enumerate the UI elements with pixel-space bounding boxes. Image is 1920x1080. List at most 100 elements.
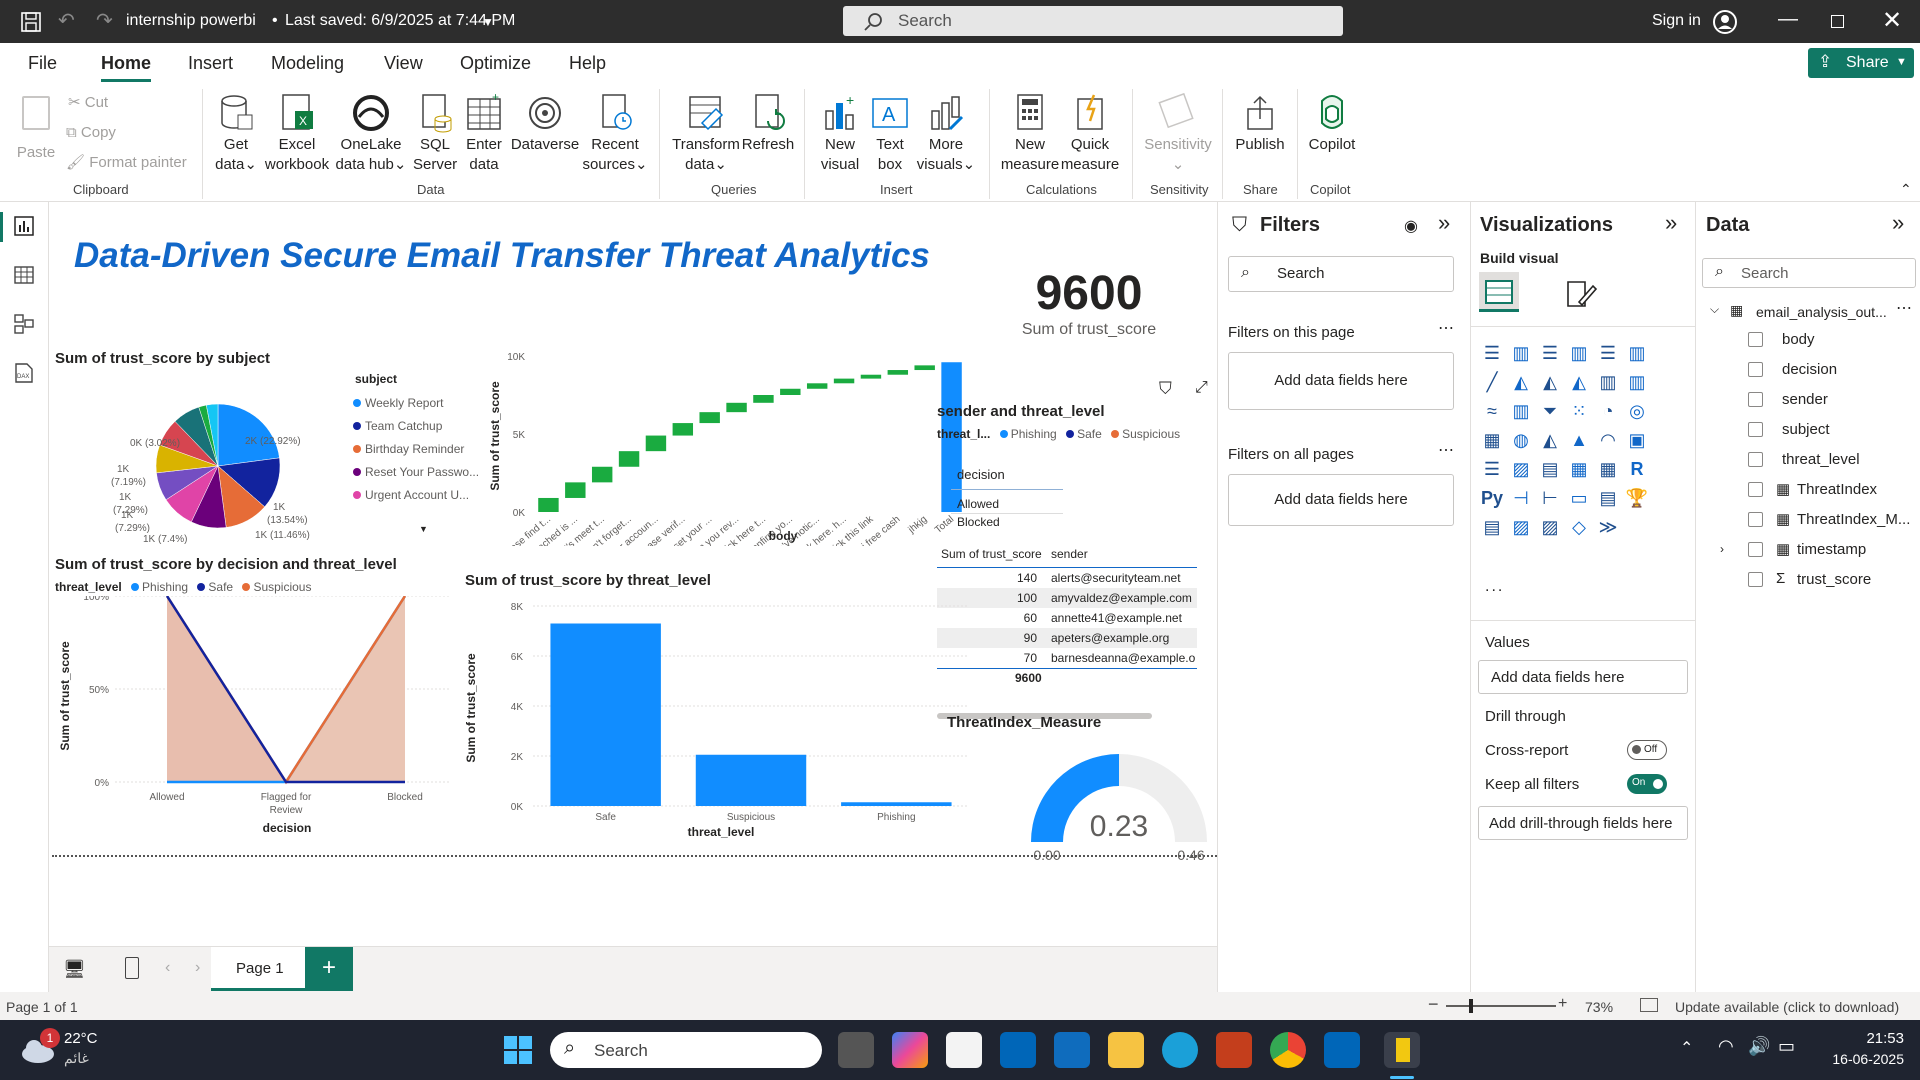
format-painter-button[interactable]: 🖌 Format painter (66, 153, 187, 173)
data-search-input[interactable]: ⌕ Search (1702, 258, 1916, 288)
gauge-icon[interactable]: ◠ (1595, 427, 1621, 453)
100-bar-icon[interactable]: ☰ (1595, 340, 1621, 366)
recent-sources-button[interactable]: Recent sources⌄ (580, 93, 650, 175)
excel-workbook-button[interactable]: X Excel workbook (262, 93, 332, 175)
publish-button[interactable]: Publish (1232, 93, 1288, 155)
redo-icon[interactable]: ↷ (96, 8, 113, 33)
more-options-icon[interactable]: ⋯ (1438, 440, 1454, 460)
stacked-bar-icon[interactable]: ☰ (1479, 340, 1505, 366)
maximize-icon[interactable] (1831, 15, 1844, 28)
waterfall-bar[interactable] (618, 451, 640, 467)
build-visual-tab[interactable] (1479, 272, 1519, 312)
scatter-icon[interactable]: ⁙ (1566, 398, 1592, 424)
legend-more-icon[interactable]: ▼ (419, 524, 428, 534)
100-area-icon[interactable]: ◭ (1566, 369, 1592, 395)
save-icon[interactable] (20, 11, 42, 33)
windows-start-icon[interactable] (500, 1032, 536, 1068)
sql-server-button[interactable]: SQL Server (413, 93, 457, 175)
bar[interactable] (841, 802, 952, 806)
copy-button[interactable]: ⧉ Copy (66, 123, 116, 143)
focus-mode-icon[interactable]: ⤢ (1195, 379, 1208, 397)
waterfall-bar[interactable] (806, 383, 828, 389)
clock-time[interactable]: 21:53 (1844, 1030, 1904, 1047)
chrome-icon[interactable] (1270, 1032, 1306, 1068)
filter-search-input[interactable]: ⌕ Search (1228, 256, 1454, 292)
vscode-icon[interactable] (1000, 1032, 1036, 1068)
battery-icon[interactable]: ▭ (1778, 1036, 1795, 1057)
r-visual-icon[interactable]: R (1624, 456, 1650, 482)
pie-legend-item[interactable]: Team Catchup (353, 415, 479, 438)
page-filter-drop-zone[interactable]: Add data fields here (1228, 352, 1454, 410)
powerpoint-icon[interactable] (1216, 1032, 1252, 1068)
bar-visual[interactable]: Sum of trust_score by threat_level 0K 2K 4… (463, 568, 983, 858)
account-icon[interactable] (1712, 9, 1738, 35)
azure-map-icon[interactable]: ▲ (1566, 427, 1592, 453)
wifi-icon[interactable]: ◠ (1718, 1036, 1734, 1057)
chevron-right-icon[interactable]: › (1720, 542, 1724, 556)
zoom-slider[interactable] (1446, 1005, 1556, 1007)
field-sender[interactable]: sender (1696, 388, 1920, 414)
next-page-icon[interactable]: › (195, 959, 200, 977)
multi-row-card-icon[interactable]: ☰ (1479, 456, 1505, 482)
copilot-app-icon[interactable] (892, 1032, 928, 1068)
waterfall-bar[interactable] (672, 423, 694, 436)
cross-report-toggle[interactable]: Off (1627, 740, 1667, 760)
volume-icon[interactable]: 🔊 (1748, 1036, 1770, 1057)
all-pages-filter-drop-zone[interactable]: Add data fields here (1228, 474, 1454, 526)
text-box-button[interactable]: A Text box (866, 93, 914, 175)
close-icon[interactable]: ✕ (1882, 6, 1902, 35)
table-view-icon[interactable] (14, 265, 34, 285)
decomposition-tree-icon[interactable]: ⊢ (1537, 485, 1563, 511)
menu-modeling[interactable]: Modeling (271, 53, 344, 74)
weather-widget[interactable]: 1 (18, 1028, 62, 1064)
new-measure-button[interactable]: New measure (998, 93, 1062, 175)
format-visual-icon[interactable] (1565, 278, 1599, 310)
edge-icon[interactable] (1162, 1032, 1198, 1068)
cut-button[interactable]: ✂ Cut (68, 93, 108, 113)
more-visuals-button[interactable]: More visuals⌄ (916, 93, 976, 175)
enter-data-button[interactable]: + Enter data (462, 90, 506, 175)
taskbar-search[interactable]: ⌕ Search (550, 1032, 822, 1068)
clock-date[interactable]: 16-06-2025 (1818, 1051, 1904, 1067)
area-fill-suspicious[interactable] (167, 596, 405, 782)
menu-view[interactable]: View (384, 53, 423, 74)
field-threatindex[interactable]: ▦ ThreatIndex (1696, 478, 1920, 504)
eye-icon[interactable]: ◉ (1404, 216, 1418, 236)
store-icon[interactable] (946, 1032, 982, 1068)
task-view-icon[interactable] (838, 1032, 874, 1068)
power-automate-icon[interactable]: ▨ (1537, 514, 1563, 540)
pie-legend-item[interactable]: Urgent Account U... (353, 484, 479, 507)
bar[interactable] (550, 623, 661, 807)
menu-optimize[interactable]: Optimize (460, 53, 531, 74)
slicer-icon[interactable]: ▤ (1537, 456, 1563, 482)
undo-icon[interactable]: ↶ (58, 8, 75, 33)
qa-icon[interactable]: ▭ (1566, 485, 1592, 511)
more-visual-icon[interactable] (1624, 514, 1650, 540)
chevron-down-icon[interactable]: ▼ (482, 15, 494, 29)
refresh-button[interactable]: Refresh (740, 93, 796, 155)
menu-insert[interactable]: Insert (188, 53, 233, 74)
transform-data-button[interactable]: Transform data⌄ (668, 93, 744, 175)
stacked-area-icon[interactable]: ◭ (1537, 369, 1563, 395)
field-checkbox[interactable] (1748, 332, 1763, 347)
area-icon[interactable]: ◭ (1508, 369, 1534, 395)
goals-icon[interactable]: 🏆 (1624, 485, 1650, 511)
pie-visual[interactable]: Sum of trust_score by subject 2K (22.92%… (55, 346, 485, 546)
line-column-icon[interactable]: ▥ (1595, 369, 1621, 395)
search-box[interactable]: Search (843, 6, 1343, 36)
funnel-icon[interactable]: ⏷ (1537, 398, 1563, 424)
sign-in-link[interactable]: Sign in (1652, 12, 1701, 30)
waterfall-bar[interactable] (538, 497, 559, 512)
quick-measure-button[interactable]: Quick measure (1058, 93, 1122, 175)
field-checkbox[interactable] (1748, 392, 1763, 407)
area-visual[interactable]: Sum of trust_score by decision and threa… (55, 552, 465, 852)
dax-view-icon[interactable]: DAX (14, 362, 34, 384)
waterfall-visual[interactable]: 0K 5K 10K Please find t... Attached is ... Le… (485, 336, 975, 546)
more-visuals-ellipsis[interactable]: ... (1485, 578, 1504, 596)
waterfall-bar[interactable] (591, 466, 613, 483)
pie-legend-item[interactable]: Birthday Reminder (353, 438, 479, 461)
waterfall-bar[interactable] (780, 388, 801, 395)
chevron-up-icon[interactable]: ⌃ (1680, 1038, 1693, 1058)
100-column-icon[interactable]: ▥ (1624, 340, 1650, 366)
table-icon[interactable]: ▦ (1566, 456, 1592, 482)
